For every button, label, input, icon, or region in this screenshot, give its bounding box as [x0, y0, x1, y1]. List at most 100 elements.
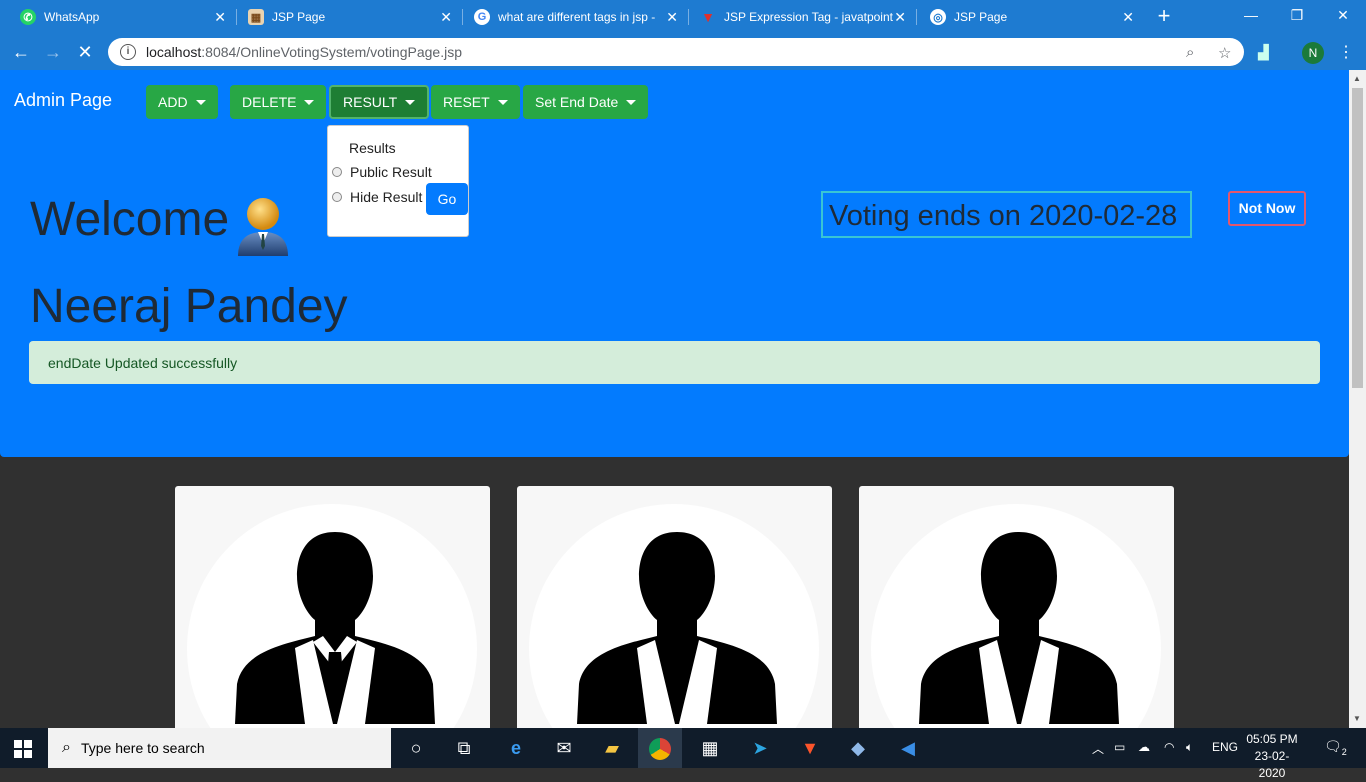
delete-dropdown-button[interactable]: DELETE: [230, 85, 327, 119]
brave-icon[interactable]: ▼: [796, 736, 824, 760]
person-silhouette-icon: [235, 532, 435, 724]
close-icon[interactable]: ✕: [214, 9, 226, 26]
battery-icon[interactable]: ▭: [1114, 740, 1125, 754]
tab-jsp-page[interactable]: ▦ JSP Page ✕: [236, 0, 462, 34]
minimize-icon[interactable]: —: [1228, 0, 1274, 30]
windows-start-icon[interactable]: [14, 740, 32, 758]
tab-jsp-page-active[interactable]: ◎ JSP Page ✕: [918, 0, 1144, 34]
edge-icon[interactable]: e: [502, 736, 530, 760]
result-dropdown-button[interactable]: RESULT: [329, 85, 430, 119]
caret-down-icon: [195, 99, 206, 105]
user-avatar-icon: [238, 198, 288, 256]
close-icon[interactable]: ✕: [894, 9, 906, 26]
success-alert: endDate Updated successfully: [29, 341, 1320, 384]
browser-tab-strip: ✆ WhatsApp ✕ ▦ JSP Page ✕ G what are dif…: [0, 0, 1366, 34]
welcome-heading: Welcome: [30, 193, 230, 246]
restore-icon[interactable]: ❐: [1274, 0, 1320, 30]
voting-end-date: Voting ends on 2020-02-28: [821, 191, 1192, 238]
back-icon[interactable]: ←: [8, 40, 34, 64]
site-info-icon[interactable]: i: [120, 44, 136, 60]
windows-taskbar: ⌕ Type here to search ○ ⧉ e ✉ ▰ ▦ ➤ ▼ ◆ …: [0, 728, 1366, 780]
go-button[interactable]: Go: [426, 183, 468, 215]
tab-title: JSP Page: [954, 10, 1008, 24]
javatpoint-icon: ▼: [701, 9, 715, 25]
candidate-card: [175, 486, 490, 728]
search-placeholder: Type here to search: [80, 740, 205, 756]
profile-avatar[interactable]: N: [1302, 42, 1324, 64]
url-path: :8084/OnlineVotingSystem/votingPage.jsp: [201, 44, 462, 60]
zoom-icon[interactable]: ⌕: [1186, 44, 1194, 61]
tab-title: WhatsApp: [44, 10, 100, 24]
bookmark-star-icon[interactable]: ☆: [1218, 44, 1231, 62]
navbar-brand[interactable]: Admin Page: [14, 90, 112, 111]
window-close-icon[interactable]: ✕: [1320, 0, 1366, 30]
app-icon[interactable]: ◀: [894, 736, 922, 760]
mail-icon[interactable]: ✉: [550, 736, 578, 760]
reset-dropdown-button[interactable]: RESET: [431, 85, 520, 119]
address-bar[interactable]: i localhost:8084/OnlineVotingSystem/voti…: [108, 38, 1244, 66]
onedrive-icon[interactable]: ☁: [1138, 740, 1150, 754]
person-silhouette-icon: [577, 532, 777, 724]
close-icon[interactable]: ✕: [440, 9, 452, 26]
google-icon: G: [474, 9, 490, 25]
tab-title: what are different tags in jsp -: [498, 10, 656, 24]
page-icon: ◎: [930, 9, 946, 25]
tab-whatsapp[interactable]: ✆ WhatsApp ✕: [8, 0, 236, 34]
show-hidden-icons-icon[interactable]: ︿: [1092, 740, 1104, 757]
stop-loading-icon[interactable]: ✕: [72, 40, 98, 64]
wifi-icon[interactable]: ◠: [1164, 740, 1174, 754]
cortana-icon[interactable]: ○: [402, 736, 430, 760]
caret-down-icon: [497, 99, 508, 105]
not-now-button[interactable]: Not Now: [1228, 191, 1306, 226]
browser-toolbar: ← → ✕ i localhost:8084/OnlineVotingSyste…: [0, 34, 1366, 70]
forward-icon[interactable]: →: [40, 40, 66, 64]
hide-result-option[interactable]: Hide Result: [332, 189, 422, 205]
tab-title: JSP Expression Tag - javatpoint: [724, 10, 893, 24]
tab-title: JSP Page: [272, 10, 326, 24]
scroll-down-icon[interactable]: ▼: [1353, 714, 1361, 723]
extension-icon[interactable]: ▟: [1258, 44, 1269, 61]
add-dropdown-button[interactable]: ADD: [146, 85, 218, 119]
candidate-card: [517, 486, 832, 728]
search-icon: ⌕: [62, 739, 71, 756]
new-tab-icon[interactable]: +: [1152, 5, 1176, 29]
browser-menu-icon[interactable]: ⋮: [1338, 42, 1354, 62]
radio-button[interactable]: [332, 192, 342, 202]
close-icon[interactable]: ✕: [666, 9, 678, 26]
candidate-card: [859, 486, 1174, 728]
dropdown-title: Results: [349, 140, 396, 156]
set-end-date-dropdown-button[interactable]: Set End Date: [523, 85, 649, 119]
system-clock[interactable]: 05:05 PM 23-02-2020: [1242, 731, 1302, 782]
file-explorer-icon[interactable]: ▰: [598, 736, 626, 760]
close-icon[interactable]: ✕: [1122, 9, 1134, 26]
store-icon[interactable]: ▦: [696, 736, 724, 760]
scrollbar-thumb[interactable]: [1352, 88, 1363, 388]
caret-down-icon: [405, 99, 416, 105]
volume-icon[interactable]: 🔈︎: [1186, 740, 1193, 755]
admin-header: Admin Page ADD DELETE RESULT RESET Set E…: [0, 70, 1349, 457]
taskbar-search-box[interactable]: ⌕ Type here to search: [48, 728, 391, 768]
page-icon: ▦: [248, 9, 264, 25]
user-full-name: Neeraj Pandey: [30, 280, 348, 333]
clock-date: 23-02-2020: [1254, 749, 1290, 780]
public-result-option[interactable]: Public Result: [332, 164, 432, 180]
person-silhouette-icon: [919, 532, 1119, 724]
caret-down-icon: [626, 99, 637, 105]
virtualbox-icon[interactable]: ◆: [844, 736, 872, 760]
result-dropdown-menu: Results Public Result Hide Result Go: [327, 125, 469, 237]
caret-down-icon: [304, 99, 315, 105]
page-viewport: Admin Page ADD DELETE RESULT RESET Set E…: [0, 70, 1349, 728]
tab-google-search[interactable]: G what are different tags in jsp - ✕: [462, 0, 688, 34]
whatsapp-icon: ✆: [20, 9, 36, 25]
chrome-icon[interactable]: [638, 728, 682, 768]
url-host: localhost: [146, 44, 202, 60]
clock-time: 05:05 PM: [1246, 732, 1298, 746]
page-scrollbar[interactable]: ▲ ▼: [1349, 70, 1366, 728]
telegram-icon[interactable]: ➤: [746, 736, 774, 760]
task-view-icon[interactable]: ⧉: [450, 736, 478, 760]
action-center-icon[interactable]: 🗨︎2: [1324, 738, 1347, 757]
tab-javatpoint[interactable]: ▼ JSP Expression Tag - javatpoint ✕: [688, 0, 916, 34]
language-indicator[interactable]: ENG: [1212, 740, 1238, 754]
radio-button[interactable]: [332, 167, 342, 177]
scroll-up-icon[interactable]: ▲: [1353, 74, 1361, 83]
